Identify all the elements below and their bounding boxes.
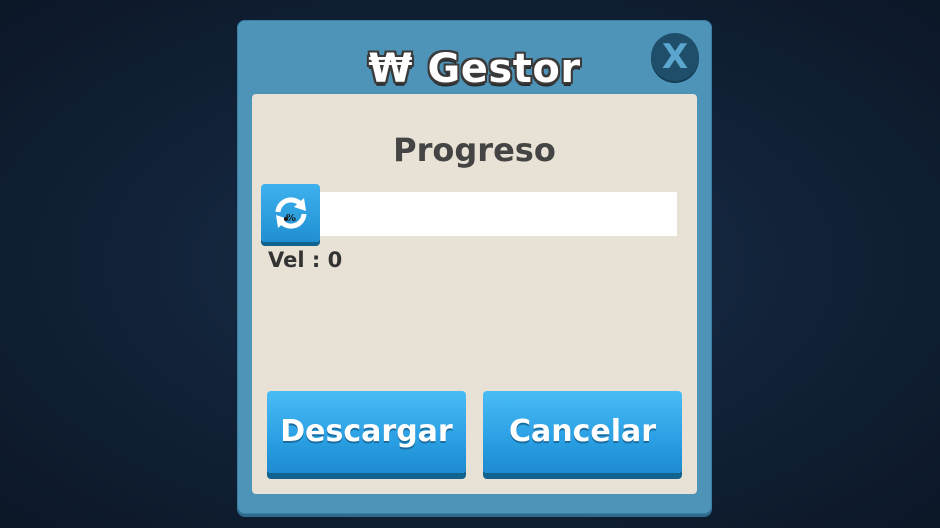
dialog-title: ₩ Gestor (368, 46, 581, 92)
manager-dialog: ₩ Gestor X Progreso % Vel : 0 Descargar … (237, 20, 712, 514)
close-button[interactable]: X (651, 33, 699, 81)
progress-heading: Progreso (393, 131, 556, 169)
progress-bar (312, 192, 677, 236)
download-button[interactable]: Descargar (267, 391, 466, 473)
speed-readout: Vel : 0 (268, 248, 343, 272)
cancel-button[interactable]: Cancelar (483, 391, 682, 473)
refresh-percent-icon: % (275, 197, 307, 229)
refresh-button[interactable]: % (261, 184, 320, 242)
content-panel: Progreso % Vel : 0 Descargar Cancelar (252, 94, 697, 494)
